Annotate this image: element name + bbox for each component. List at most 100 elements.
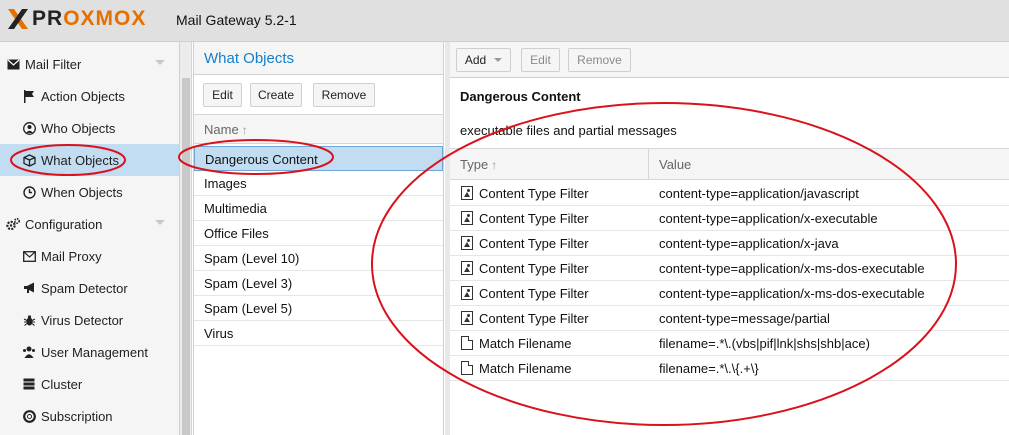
nav-item-cluster[interactable]: Cluster — [0, 368, 179, 400]
column-label: Name — [204, 122, 239, 137]
list-item[interactable]: Images — [194, 171, 443, 196]
value-cell: content-type=application/x-executable — [659, 211, 878, 226]
type-cell: Content Type Filter — [479, 311, 589, 326]
nav-item-label: Who Objects — [41, 120, 116, 136]
remove-button[interactable]: Remove — [568, 48, 631, 72]
table-row[interactable]: Content Type Filter content-type=applicat… — [450, 256, 1009, 281]
dropdown-arrow-icon — [494, 58, 503, 62]
list-toolbar: Edit Create Remove — [194, 76, 443, 114]
list-item[interactable]: Spam (Level 5) — [194, 296, 443, 321]
nav-group-label: Configuration — [25, 216, 103, 232]
what-objects-panel: What Objects Edit Create Remove Name ↑ Da… — [193, 42, 444, 435]
type-cell: Match Filename — [479, 361, 572, 376]
detail-toolbar: Add Edit Remove — [450, 42, 1009, 78]
table-row[interactable]: Content Type Filter content-type=applicat… — [450, 281, 1009, 306]
add-dropdown-button[interactable]: Add — [456, 48, 511, 72]
nav-item-label: Cluster — [41, 376, 83, 392]
name-column-header[interactable]: Name ↑ — [194, 114, 443, 144]
app-header: PROXMOX Mail Gateway 5.2-1 — [0, 0, 1009, 42]
users-icon — [22, 345, 36, 359]
type-column-header[interactable]: Type ↑ — [460, 157, 497, 172]
cube-icon — [22, 153, 36, 167]
nav-item-action-objects[interactable]: Action Objects — [0, 80, 179, 112]
proxmox-logo[interactable]: PROXMOX — [6, 6, 146, 32]
list-item[interactable]: Spam (Level 10) — [194, 246, 443, 271]
collapse-chevron-icon[interactable] — [155, 220, 165, 225]
nav-splitter[interactable] — [180, 42, 192, 435]
nav-item-subscription[interactable]: Subscription — [0, 400, 179, 432]
file-icon — [461, 336, 473, 350]
nav-item-label: Spam Detector — [41, 280, 128, 296]
proxmox-x-icon — [6, 7, 30, 31]
detail-grid-header: Type ↑ Value — [450, 148, 1009, 180]
gears-icon — [6, 217, 20, 231]
image-file-icon — [461, 186, 473, 200]
user-icon — [22, 121, 36, 135]
nav-item-label: Subscription — [41, 408, 113, 424]
table-row[interactable]: Match Filename filename=.*\.\{.+\} — [450, 356, 1009, 381]
nav-item-spam-detector[interactable]: Spam Detector — [0, 272, 179, 304]
image-file-icon — [461, 311, 473, 325]
scrollbar[interactable] — [182, 78, 190, 435]
table-row[interactable]: Content Type Filter content-type=applicat… — [450, 181, 1009, 206]
product-version: Mail Gateway 5.2-1 — [176, 12, 297, 28]
nav-group-label: Mail Filter — [25, 56, 82, 72]
image-file-icon — [461, 236, 473, 250]
nav-item-label: What Objects — [41, 152, 120, 168]
nav-item-label: Mail Proxy — [41, 248, 102, 264]
logo-text: PROXMOX — [32, 7, 147, 30]
value-column-header[interactable]: Value — [659, 157, 691, 172]
column-separator[interactable] — [648, 149, 649, 179]
nav-item-mail-proxy[interactable]: Mail Proxy — [0, 240, 179, 272]
navigation-tree: Mail Filter Action Objects Who Objects W… — [0, 42, 180, 435]
value-cell: content-type=application/x-java — [659, 236, 839, 251]
create-button[interactable]: Create — [250, 83, 302, 107]
table-row[interactable]: Content Type Filter content-type=applicat… — [450, 231, 1009, 256]
nav-item-label: When Objects — [41, 184, 123, 200]
value-cell: filename=.*\.\{.+\} — [659, 361, 759, 376]
nav-group-configuration[interactable]: Configuration — [0, 208, 179, 240]
sort-asc-icon: ↑ — [491, 158, 498, 172]
envelope-icon — [6, 57, 20, 71]
panel-title: What Objects — [194, 42, 443, 75]
bug-icon — [22, 313, 36, 327]
list-item[interactable]: Spam (Level 3) — [194, 271, 443, 296]
list-item[interactable]: Dangerous Content — [194, 146, 443, 171]
value-cell: content-type=message/partial — [659, 311, 830, 326]
value-cell: content-type=application/x-ms-dos-execut… — [659, 261, 925, 276]
nav-item-user-management[interactable]: User Management — [0, 336, 179, 368]
nav-item-what-objects[interactable]: What Objects — [0, 144, 179, 176]
nav-item-label: Virus Detector — [41, 312, 124, 328]
support-icon — [22, 409, 36, 423]
clock-icon — [22, 185, 36, 199]
object-description: executable files and partial messages — [460, 123, 677, 138]
nav-item-virus-detector[interactable]: Virus Detector — [0, 304, 179, 336]
collapse-chevron-icon[interactable] — [155, 60, 165, 65]
edit-button[interactable]: Edit — [521, 48, 560, 72]
list-item[interactable]: Office Files — [194, 221, 443, 246]
flag-icon — [22, 89, 36, 103]
value-cell: filename=.*\.(vbs|pif|lnk|shs|shb|ace) — [659, 336, 870, 351]
image-file-icon — [461, 286, 473, 300]
image-file-icon — [461, 261, 473, 275]
type-cell: Content Type Filter — [479, 186, 589, 201]
table-row[interactable]: Content Type Filter content-type=message/… — [450, 306, 1009, 331]
object-title: Dangerous Content — [460, 89, 581, 104]
type-cell: Content Type Filter — [479, 261, 589, 276]
add-label: Add — [464, 53, 487, 67]
table-row[interactable]: Match Filename filename=.*\.(vbs|pif|lnk|… — [450, 331, 1009, 356]
server-icon — [22, 377, 36, 391]
type-cell: Content Type Filter — [479, 236, 589, 251]
remove-button[interactable]: Remove — [313, 83, 375, 107]
nav-item-label: Action Objects — [41, 88, 125, 104]
list-item[interactable]: Multimedia — [194, 196, 443, 221]
object-detail-panel: Add Edit Remove Dangerous Content execut… — [450, 42, 1009, 435]
table-row[interactable]: Content Type Filter content-type=applicat… — [450, 206, 1009, 231]
nav-group-mail-filter[interactable]: Mail Filter — [0, 48, 179, 80]
nav-item-who-objects[interactable]: Who Objects — [0, 112, 179, 144]
list-item[interactable]: Virus — [194, 321, 443, 346]
bullhorn-icon — [22, 281, 36, 295]
file-icon — [461, 361, 473, 375]
edit-button[interactable]: Edit — [203, 83, 242, 107]
nav-item-when-objects[interactable]: When Objects — [0, 176, 179, 208]
